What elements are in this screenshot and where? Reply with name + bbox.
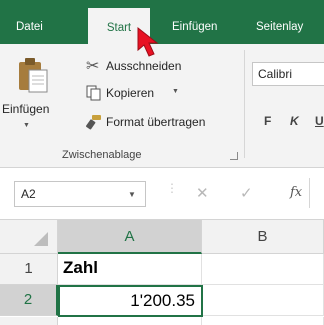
underline-button[interactable]: U [315, 114, 324, 128]
group-separator [244, 50, 245, 158]
dialog-launcher-icon[interactable] [230, 152, 238, 160]
format-painter-icon [86, 115, 101, 130]
tab-einfuegen[interactable]: Einfügen [172, 20, 217, 34]
cancel-icon[interactable]: ✕ [196, 184, 209, 202]
formula-bar: A2 ▼ ⋮ ✕ ✓ fx [0, 168, 324, 220]
group-label-zwischenablage: Zwischenablage [62, 149, 142, 161]
tab-datei[interactable]: Datei [16, 20, 43, 34]
cell-a1[interactable]: Zahl [58, 254, 202, 285]
format-painter-button[interactable]: Format übertragen [86, 114, 236, 132]
splitter-handle-icon[interactable]: ⋮ [166, 181, 178, 195]
copy-dropdown-icon[interactable]: ▼ [172, 88, 179, 95]
italic-button[interactable]: K [290, 114, 299, 128]
cell-b3[interactable] [202, 317, 324, 325]
cell-b1[interactable] [202, 254, 324, 285]
insert-function-button[interactable]: fx [290, 185, 302, 200]
row-header-2[interactable]: 2 [0, 285, 58, 316]
row-header-3[interactable] [0, 317, 58, 325]
paste-dropdown-icon[interactable]: ▼ [23, 122, 30, 129]
column-header-b[interactable]: B [202, 220, 324, 254]
enter-icon[interactable]: ✓ [240, 184, 253, 202]
row-header-1[interactable]: 1 [0, 254, 58, 285]
font-name-select[interactable]: Calibri [252, 62, 324, 86]
ribbon-start: Einfügen ▼ ✂ Ausschneiden Kopieren ▼ For… [0, 44, 324, 168]
paste-icon [19, 58, 48, 93]
name-box[interactable]: A2 [14, 181, 146, 207]
select-all-icon [34, 232, 48, 246]
paste-label: Einfügen [2, 102, 50, 116]
cursor-pointer-icon [137, 26, 159, 57]
paste-button[interactable]: Einfügen ▼ [2, 52, 56, 136]
cell-a2[interactable]: 1'200.35 [58, 285, 203, 317]
name-box-dropdown-icon[interactable]: ▼ [128, 190, 136, 199]
copy-button[interactable]: Kopieren ▼ [86, 85, 196, 103]
scissors-icon: ✂ [86, 58, 100, 75]
worksheet-grid: A B 1 2 Zahl 1'200.35 [0, 220, 324, 325]
copy-icon [86, 85, 101, 101]
cut-button[interactable]: ✂ Ausschneiden [86, 58, 216, 76]
select-all-corner[interactable] [0, 220, 58, 254]
column-header-a[interactable]: A [58, 220, 202, 254]
bold-button[interactable]: F [264, 114, 271, 128]
cell-a3[interactable] [58, 317, 202, 325]
formula-separator [309, 178, 310, 208]
tab-seitenlayout[interactable]: Seitenlay [256, 20, 303, 34]
copy-label: Kopieren [106, 86, 155, 100]
cut-label: Ausschneiden [106, 59, 182, 73]
format-painter-label: Format übertragen [106, 115, 206, 129]
cell-b2[interactable] [203, 285, 324, 316]
